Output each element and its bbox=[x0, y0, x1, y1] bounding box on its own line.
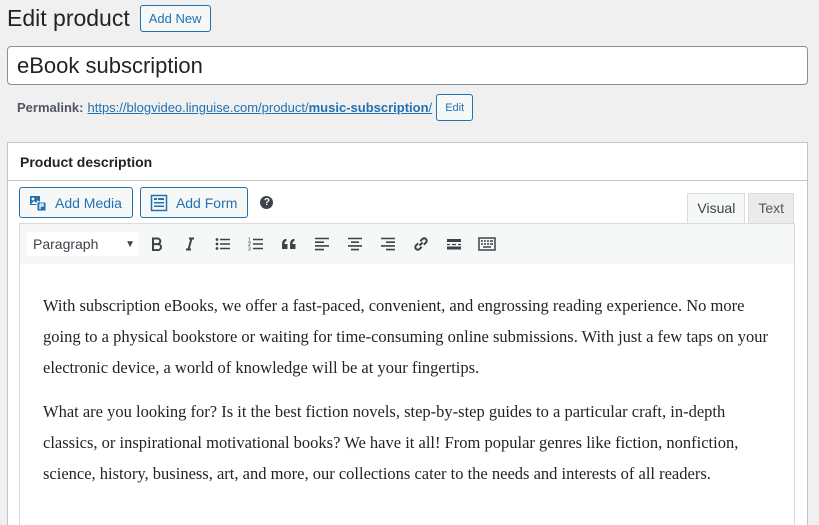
media-buttons: Add Media Add Form ? bbox=[19, 187, 274, 218]
help-icon[interactable]: ? bbox=[260, 196, 274, 209]
align-center-icon bbox=[347, 237, 362, 251]
numbered-list-icon: 123 bbox=[248, 238, 263, 252]
keyboard-icon bbox=[477, 237, 496, 251]
italic-icon bbox=[185, 237, 194, 251]
edit-permalink-button[interactable]: Edit bbox=[436, 94, 474, 121]
blockquote-button[interactable] bbox=[272, 229, 305, 259]
add-form-label: Add Form bbox=[175, 194, 238, 211]
add-media-icon bbox=[29, 194, 47, 212]
form-icon bbox=[150, 194, 168, 212]
align-center-button[interactable] bbox=[338, 229, 371, 259]
permalink-row: Permalink: https://blogvideo.linguise.co… bbox=[17, 94, 474, 121]
permalink-slug: music-subscription bbox=[308, 100, 429, 115]
format-select-value: Paragraph bbox=[33, 236, 99, 252]
page-header: Edit product Add New bbox=[7, 3, 211, 33]
tab-text[interactable]: Text bbox=[748, 193, 794, 224]
insert-link-button[interactable] bbox=[404, 229, 437, 259]
align-right-button[interactable] bbox=[371, 229, 404, 259]
read-more-icon bbox=[446, 239, 461, 250]
permalink-label: Permalink: bbox=[17, 100, 84, 115]
align-left-button[interactable] bbox=[305, 229, 338, 259]
permalink-link[interactable]: https://blogvideo.linguise.com/product/m… bbox=[87, 100, 432, 115]
editor-tabs: Visual Text bbox=[684, 193, 794, 224]
link-icon bbox=[413, 237, 428, 251]
postbox-header: Product description bbox=[8, 143, 807, 181]
svg-text:3: 3 bbox=[248, 247, 251, 252]
italic-button[interactable] bbox=[173, 229, 206, 259]
add-media-label: Add Media bbox=[55, 194, 122, 211]
bold-button[interactable] bbox=[140, 229, 173, 259]
blockquote-icon bbox=[281, 238, 295, 249]
align-right-icon bbox=[380, 237, 395, 251]
read-more-button[interactable] bbox=[437, 229, 470, 259]
numbered-list-button[interactable]: 123 bbox=[239, 229, 272, 259]
bold-icon bbox=[151, 237, 162, 251]
product-description-box: Product description Add Media Add Form ?… bbox=[7, 142, 808, 525]
bulleted-list-icon bbox=[215, 238, 230, 250]
postbox-title: Product description bbox=[20, 153, 153, 170]
content-paragraph: What are you looking for? Is it the best… bbox=[43, 402, 739, 483]
bulleted-list-button[interactable] bbox=[206, 229, 239, 259]
editor-content[interactable]: With subscription eBooks, we offer a fas… bbox=[19, 264, 795, 525]
format-select[interactable]: Paragraph ▼ bbox=[26, 231, 140, 257]
page-title: Edit product bbox=[7, 5, 130, 31]
product-title-input[interactable] bbox=[7, 46, 808, 85]
align-left-icon bbox=[314, 237, 329, 251]
add-new-button[interactable]: Add New bbox=[139, 4, 211, 32]
add-form-button[interactable]: Add Form bbox=[139, 187, 249, 218]
content-paragraph: With subscription eBooks, we offer a fas… bbox=[43, 296, 768, 377]
add-media-button[interactable]: Add Media bbox=[19, 187, 133, 218]
tab-visual[interactable]: Visual bbox=[687, 193, 746, 224]
chevron-down-icon: ▼ bbox=[125, 238, 135, 250]
editor-toolbar: Paragraph ▼ 123 bbox=[19, 223, 795, 265]
toolbar-toggle-button[interactable] bbox=[470, 229, 503, 259]
